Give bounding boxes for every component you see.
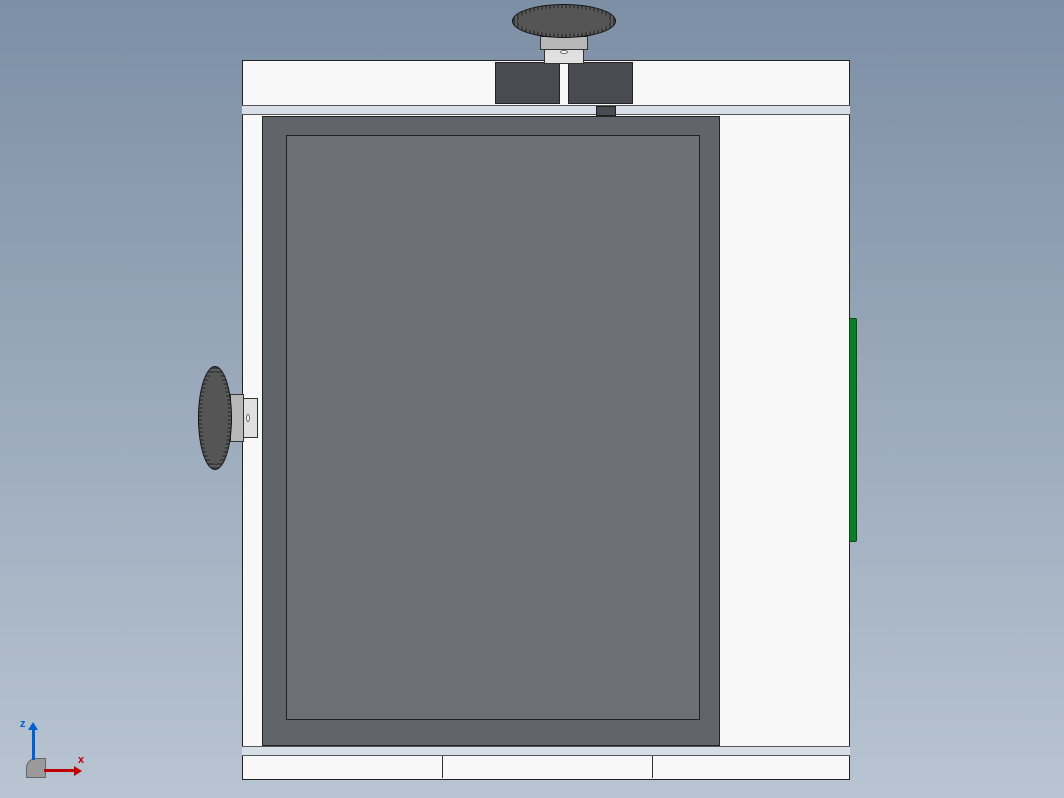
triad-z-arrow-icon xyxy=(28,722,38,730)
orientation-triad[interactable]: z x xyxy=(10,718,80,788)
knob-top-cap xyxy=(512,4,616,38)
clamp-block-top-left xyxy=(495,62,560,104)
knob-left-nut xyxy=(230,394,244,442)
pcb-edge-plate xyxy=(849,318,857,542)
cad-viewport[interactable]: z x xyxy=(0,0,1064,798)
base-edge-left xyxy=(243,756,443,778)
knob-top-center-hole xyxy=(560,50,568,54)
triad-x-label: x xyxy=(78,755,84,766)
knob-left-cap xyxy=(198,366,232,470)
body-bottom-groove xyxy=(242,746,850,756)
triad-z-label: z xyxy=(20,719,26,730)
body-top-groove xyxy=(242,105,850,115)
knob-left-center-hole xyxy=(246,414,250,422)
knob-top-nut xyxy=(540,36,588,50)
triad-z-axis xyxy=(32,728,35,760)
triad-x-axis xyxy=(44,769,76,772)
triad-x-arrow-icon xyxy=(74,766,82,776)
front-panel-face xyxy=(286,135,700,720)
clamp-tab-top xyxy=(596,106,616,116)
triad-origin xyxy=(26,758,46,778)
clamp-block-top-right xyxy=(568,62,633,104)
base-edge-right xyxy=(652,756,848,778)
